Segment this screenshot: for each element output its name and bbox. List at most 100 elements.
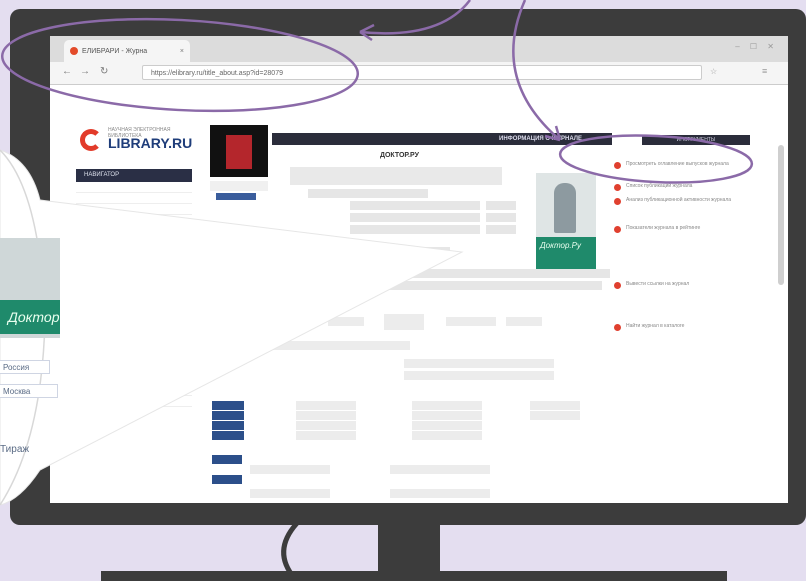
tool-link[interactable]: Просмотреть оглавление выпусков журнала bbox=[614, 161, 744, 169]
cover-banner: Доктор.Ру bbox=[536, 237, 596, 269]
sidebar-item[interactable] bbox=[76, 341, 192, 352]
monitor-screen: ЕЛИБРАРИ - Журна × – ☐ ✕ ← → ↻ https://e… bbox=[50, 36, 788, 503]
monitor-stand-base bbox=[101, 571, 727, 581]
info-cell bbox=[404, 371, 554, 380]
info-cell bbox=[250, 489, 330, 498]
info-cell bbox=[250, 341, 410, 350]
sidebar-item[interactable] bbox=[76, 204, 192, 215]
sidebar-item[interactable] bbox=[76, 396, 192, 407]
info-cell bbox=[308, 189, 428, 198]
sidebar-item[interactable] bbox=[76, 330, 192, 341]
reload-icon[interactable]: ↻ bbox=[100, 66, 108, 77]
bullet-icon bbox=[614, 162, 621, 169]
info-cell bbox=[486, 201, 516, 210]
sidebar-item[interactable] bbox=[76, 182, 192, 193]
sidebar-item[interactable] bbox=[76, 193, 192, 204]
bullet-icon bbox=[614, 226, 621, 233]
bullet-icon bbox=[614, 282, 621, 289]
info-cell bbox=[390, 489, 490, 498]
row-marker bbox=[210, 331, 244, 340]
sidebar-item[interactable] bbox=[76, 352, 192, 363]
info-cell bbox=[412, 411, 482, 420]
journal-title: ДОКТОР.РУ bbox=[380, 152, 419, 159]
browser-menu-icon[interactable]: ≡ bbox=[762, 66, 767, 76]
back-arrow-icon[interactable]: ← bbox=[62, 66, 72, 77]
sidebar-item[interactable] bbox=[76, 259, 192, 270]
sidebar-item[interactable] bbox=[76, 319, 192, 330]
row-marker bbox=[212, 475, 242, 484]
left-sidebar: НАВИГАТОР bbox=[76, 169, 192, 407]
zoomed-city-field: Москва bbox=[0, 384, 58, 398]
user-photo bbox=[210, 125, 268, 177]
sidebar-item[interactable] bbox=[76, 237, 192, 248]
tool-link[interactable]: Список публикаций журнала bbox=[614, 183, 744, 191]
address-bar[interactable]: https://elibrary.ru/title_about.asp?id=2… bbox=[142, 65, 702, 80]
site-logo[interactable]: НАУЧНАЯ ЭЛЕКТРОННАЯ БИБЛИОТЕКА LIBRARY.R… bbox=[80, 125, 193, 161]
page-scrollbar[interactable] bbox=[778, 145, 784, 285]
forward-arrow-icon[interactable]: → bbox=[80, 66, 90, 77]
bookmark-star-icon[interactable]: ☆ bbox=[710, 67, 717, 76]
info-cell bbox=[506, 317, 542, 326]
row-marker bbox=[212, 431, 244, 440]
monitor-stand-neck bbox=[378, 525, 440, 573]
info-cell bbox=[350, 247, 450, 256]
cable bbox=[281, 517, 303, 578]
logo-c-icon bbox=[80, 129, 102, 151]
sidebar-item[interactable] bbox=[76, 374, 192, 385]
info-cell bbox=[412, 431, 482, 440]
info-cell bbox=[530, 401, 580, 410]
sidebar-item[interactable] bbox=[76, 226, 192, 237]
info-cell bbox=[350, 225, 480, 234]
bullet-icon bbox=[614, 324, 621, 331]
window-controls[interactable]: – ☐ ✕ bbox=[735, 42, 778, 51]
info-cell bbox=[390, 465, 490, 474]
sidebar-item[interactable] bbox=[76, 281, 192, 292]
info-cell bbox=[296, 411, 356, 420]
browser-toolbar: ← → ↻ https://elibrary.ru/title_about.as… bbox=[50, 62, 788, 85]
info-cell bbox=[404, 359, 554, 368]
info-cell bbox=[250, 465, 330, 474]
journal-cover[interactable]: Доктор.Ру bbox=[536, 173, 596, 269]
monitor: ЕЛИБРАРИ - Журна × – ☐ ✕ ← → ↻ https://e… bbox=[10, 9, 806, 525]
row-marker bbox=[212, 401, 244, 410]
info-cell bbox=[412, 421, 482, 430]
row-marker bbox=[212, 411, 244, 420]
user-button[interactable] bbox=[216, 193, 256, 200]
row-marker bbox=[212, 455, 242, 464]
sidebar-section-header bbox=[76, 306, 192, 319]
info-cell bbox=[486, 213, 516, 222]
logo-text: LIBRARY.RU bbox=[108, 135, 193, 151]
tool-link[interactable]: Анализ публикационной активности журнала bbox=[614, 197, 744, 205]
info-cell bbox=[412, 401, 482, 410]
page-header: ИНФОРМАЦИЯ О ЖУРНАЛЕ bbox=[272, 133, 612, 145]
sidebar-item[interactable] bbox=[76, 363, 192, 374]
info-cell bbox=[446, 317, 496, 326]
sidebar-item[interactable] bbox=[76, 215, 192, 226]
browser-tab[interactable]: ЕЛИБРАРИ - Журна × bbox=[64, 40, 190, 62]
user-photo-label bbox=[210, 181, 268, 191]
sidebar-item[interactable] bbox=[76, 248, 192, 259]
info-cell bbox=[328, 317, 364, 326]
info-cell bbox=[486, 225, 516, 234]
cover-figure bbox=[554, 183, 576, 233]
close-tab-icon[interactable]: × bbox=[180, 48, 184, 55]
browser-tab-bar: ЕЛИБРАРИ - Журна × – ☐ ✕ bbox=[50, 36, 788, 62]
info-cell bbox=[296, 431, 356, 440]
web-page: НАУЧНАЯ ЭЛЕКТРОННАЯ БИБЛИОТЕКА LIBRARY.R… bbox=[50, 85, 788, 503]
tool-link[interactable]: Показатели журнала в рейтинге bbox=[614, 225, 744, 233]
info-cell bbox=[296, 421, 356, 430]
info-cell bbox=[350, 213, 480, 222]
info-cell bbox=[530, 411, 580, 420]
zoomed-country-field: Россия bbox=[0, 360, 50, 374]
bullet-icon bbox=[614, 198, 621, 205]
info-cell bbox=[296, 401, 356, 410]
info-cell bbox=[384, 314, 424, 330]
site-favicon-icon bbox=[70, 47, 78, 55]
zoomed-cover-banner: Доктор bbox=[0, 300, 60, 334]
sidebar-item[interactable] bbox=[76, 385, 192, 396]
zoomed-circulation-label: Тираж bbox=[0, 444, 30, 455]
journal-description bbox=[290, 167, 502, 185]
tool-link[interactable]: Вывести ссылки на журнал bbox=[614, 281, 744, 289]
tool-link[interactable]: Найти журнал в каталоге bbox=[614, 323, 744, 331]
sidebar-item[interactable] bbox=[76, 270, 192, 281]
